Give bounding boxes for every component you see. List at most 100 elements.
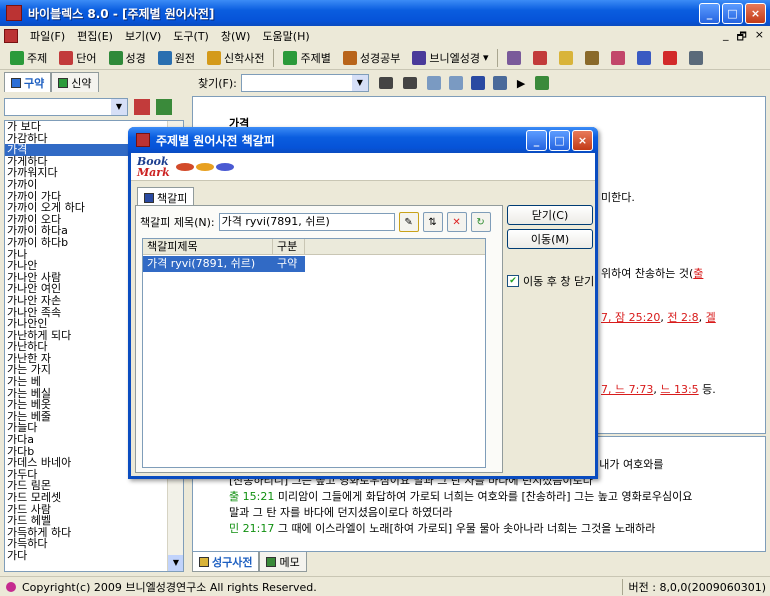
logo-line1: Book bbox=[137, 154, 169, 168]
verse-link[interactable]: 느 13:5 bbox=[660, 383, 698, 396]
edit-bookmark-button[interactable]: ✎ bbox=[398, 212, 419, 232]
bible-study-label: 성경공부 bbox=[359, 51, 401, 65]
refresh-icon[interactable] bbox=[535, 76, 550, 90]
print-icon bbox=[689, 50, 704, 65]
page-icon[interactable] bbox=[426, 76, 441, 90]
menu-help[interactable]: 도움말(H) bbox=[256, 28, 315, 44]
original-text-button[interactable]: 원전 bbox=[152, 48, 201, 68]
theology-dictionary-label: 신학사전 bbox=[224, 51, 265, 65]
play-icon[interactable]: ▶ bbox=[517, 77, 525, 90]
content-text: 위하여 찬송하는 것( bbox=[601, 267, 694, 280]
menu-view[interactable]: 보기(V) bbox=[119, 28, 167, 44]
chevron-down-icon[interactable]: ▼ bbox=[111, 99, 127, 115]
verse-line: 출 15:21 미리암이 그들에게 화답하여 가로되 너희는 여호와를 [찬송하… bbox=[229, 489, 745, 505]
refresh-bookmark-button[interactable]: ↻ bbox=[470, 212, 491, 232]
by-topic-icon bbox=[283, 50, 298, 65]
peniel-bible-button[interactable]: 브니엘성경 ▾ bbox=[406, 48, 494, 68]
word-search-combo[interactable]: ▼ bbox=[4, 98, 128, 116]
tab-old-testament-label: 구약 bbox=[24, 76, 45, 90]
close-dialog-button[interactable]: 닫기(C) bbox=[507, 205, 593, 225]
fish-icon bbox=[215, 162, 234, 171]
table-row[interactable]: 가격 ryvi(7891, 쉬르) 구약 bbox=[143, 256, 485, 272]
verse-link[interactable]: 느 7:73 bbox=[615, 383, 653, 396]
verse-reference[interactable]: 출 15:21 bbox=[229, 490, 274, 503]
delete-bookmark-button[interactable]: ✕ bbox=[446, 212, 467, 232]
menu-file[interactable]: 파일(F) bbox=[24, 28, 71, 44]
network-icon bbox=[507, 50, 522, 65]
dialog-close-button[interactable]: × bbox=[572, 130, 593, 151]
tool-button-8[interactable] bbox=[683, 48, 709, 68]
bible-study-button[interactable]: 성경공부 bbox=[337, 48, 406, 68]
testament-icon bbox=[11, 77, 21, 88]
list-item[interactable]: 가드 모레셋 bbox=[5, 492, 183, 504]
close-after-move-checkbox[interactable]: ✔ bbox=[507, 275, 519, 287]
binoculars-icon[interactable] bbox=[378, 77, 393, 89]
bookmark-title-input[interactable]: 가격 ryvi(7891, 쉬르) bbox=[218, 213, 395, 231]
verse-reference[interactable]: 민 21:17 bbox=[229, 522, 274, 535]
verse-text: 말과 그 탄 자를 바다에 던지셨음이로다 하였더라 bbox=[229, 506, 453, 519]
dialog-minimize-button[interactable]: _ bbox=[526, 130, 547, 151]
by-topic-button[interactable]: 주제별 bbox=[277, 48, 336, 68]
close-button[interactable]: × bbox=[745, 3, 766, 24]
verse-link[interactable]: 잠 25:20 bbox=[615, 311, 660, 324]
copy-icon bbox=[611, 50, 626, 65]
search-go-icon[interactable] bbox=[134, 99, 150, 115]
content-text-fragment: 7, 잠 25:20, 전 2:8, 겔 bbox=[601, 309, 716, 325]
tab-memo[interactable]: 메모 bbox=[259, 552, 307, 572]
menu-window[interactable]: 창(W) bbox=[215, 28, 257, 44]
page-edit-icon[interactable] bbox=[448, 76, 463, 90]
tab-old-testament[interactable]: 구약 bbox=[4, 72, 52, 92]
column-header-kind[interactable]: 구분 bbox=[273, 239, 305, 254]
sort-bookmark-button[interactable]: ⇅ bbox=[422, 212, 443, 232]
verse-link[interactable]: 출 bbox=[693, 267, 703, 280]
tool-button-1[interactable] bbox=[501, 48, 527, 68]
mdi-restore-button[interactable]: 🗗 bbox=[736, 28, 746, 47]
tool-button-3[interactable] bbox=[553, 48, 579, 68]
bible-nav-icon[interactable] bbox=[470, 76, 485, 90]
verse-link[interactable]: 7, bbox=[601, 311, 615, 324]
menu-tools[interactable]: 도구(T) bbox=[167, 28, 215, 44]
bible-study-icon bbox=[342, 50, 357, 65]
maximize-button[interactable]: □ bbox=[722, 3, 743, 24]
tab-new-testament[interactable]: 신약 bbox=[51, 72, 99, 92]
verse-link[interactable]: 7, bbox=[601, 383, 615, 396]
tool-button-7[interactable] bbox=[657, 48, 683, 68]
mdi-minimize-button[interactable]: _ bbox=[723, 28, 729, 47]
search-doc-icon[interactable] bbox=[492, 76, 507, 90]
verse-link[interactable]: 겔 bbox=[706, 311, 716, 324]
toolbar-separator bbox=[497, 48, 499, 67]
refresh-icon[interactable] bbox=[156, 99, 172, 115]
tool-button-4[interactable] bbox=[579, 48, 605, 68]
move-button[interactable]: 이동(M) bbox=[507, 229, 593, 249]
tool-button-5[interactable] bbox=[605, 48, 631, 68]
content-text: , bbox=[698, 311, 706, 324]
find-combo[interactable]: ▼ bbox=[240, 74, 369, 92]
dialog-maximize-button[interactable]: □ bbox=[549, 130, 570, 151]
verse-link[interactable]: 전 2:8 bbox=[667, 311, 698, 324]
scroll-down-icon[interactable]: ▼ bbox=[168, 555, 183, 571]
app-titlebar[interactable]: 바이블렉스 8.0 - [주제별 원어사전] _ □ × bbox=[0, 0, 770, 26]
copyright-text: Copyright(c) 2009 브니엘성경연구소 All rights Re… bbox=[22, 580, 317, 594]
theology-dictionary-button[interactable]: 신학사전 bbox=[201, 48, 270, 68]
minimize-button[interactable]: _ bbox=[699, 3, 720, 24]
dialog-titlebar[interactable]: 주제별 원어사전 책갈피 _ □ × bbox=[128, 127, 598, 153]
logo-line2: Mark bbox=[137, 165, 170, 179]
word-button[interactable]: 단어 bbox=[53, 48, 102, 68]
mdi-close-button[interactable]: × bbox=[755, 28, 764, 47]
column-header-title[interactable]: 책갈피제목 bbox=[143, 239, 273, 254]
list-item[interactable]: 가득하다 bbox=[5, 538, 183, 550]
list-item[interactable]: 가다 bbox=[5, 550, 183, 562]
tool-button-2[interactable] bbox=[527, 48, 553, 68]
find-label: 찾기(F): bbox=[198, 77, 237, 90]
bookmark-list[interactable]: 책갈피제목 구분 가격 ryvi(7891, 쉬르) 구약 bbox=[142, 238, 486, 468]
verse-line: 말과 그 탄 자를 바다에 던지셨음이로다 하였더라 bbox=[229, 505, 745, 521]
topic-button[interactable]: 주제 bbox=[4, 48, 53, 68]
find-next-icon[interactable] bbox=[402, 77, 417, 89]
bookmark-row-title: 가격 ryvi(7891, 쉬르) bbox=[143, 256, 273, 272]
bible-button[interactable]: 성경 bbox=[103, 48, 152, 68]
alert-icon bbox=[663, 50, 678, 65]
tool-button-6[interactable] bbox=[631, 48, 657, 68]
tab-verse-dictionary[interactable]: 성구사전 bbox=[192, 552, 260, 572]
menu-edit[interactable]: 편집(E) bbox=[71, 28, 119, 44]
chevron-down-icon[interactable]: ▼ bbox=[351, 75, 368, 91]
